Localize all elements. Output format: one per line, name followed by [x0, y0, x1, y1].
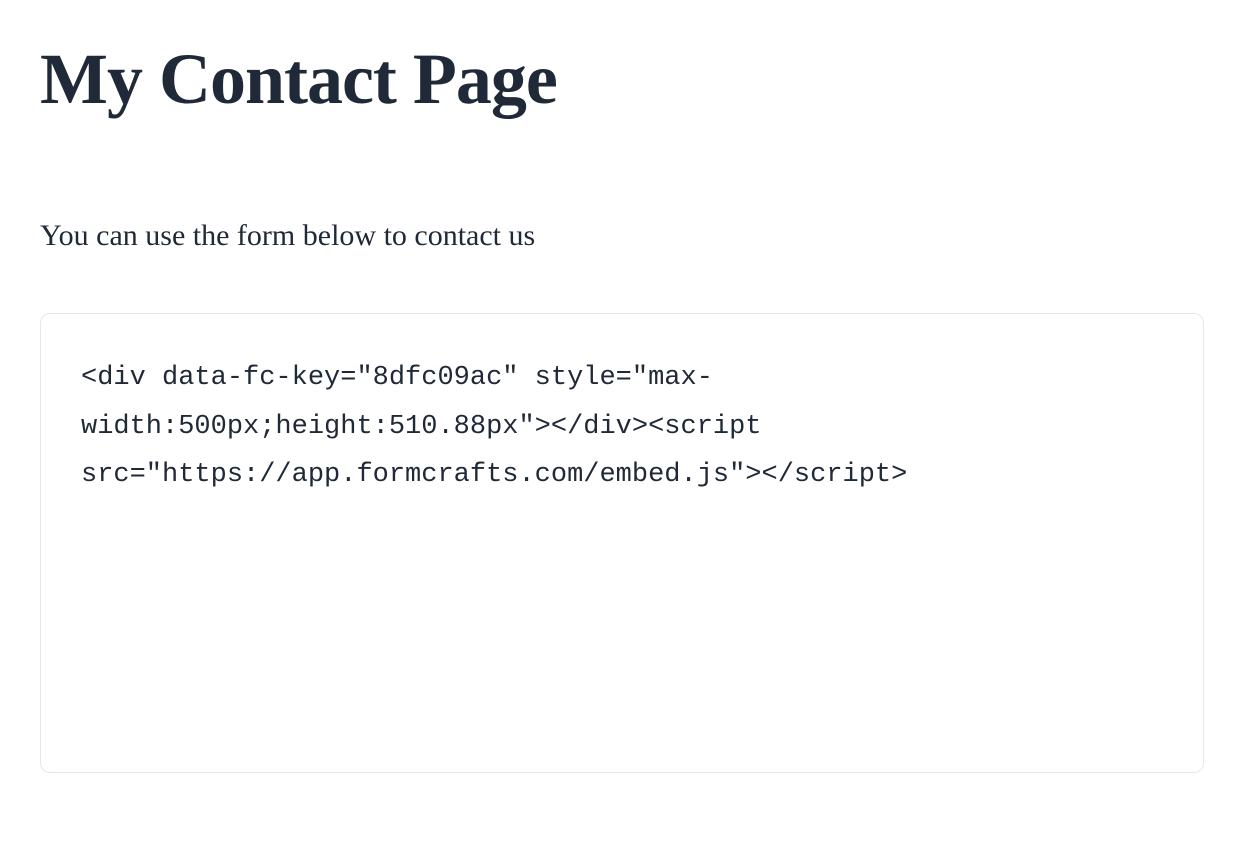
code-block: <div data-fc-key="8dfc09ac" style="max-w…	[40, 313, 1204, 773]
page-title: My Contact Page	[40, 40, 1204, 119]
intro-text: You can use the form below to contact us	[40, 219, 1204, 253]
